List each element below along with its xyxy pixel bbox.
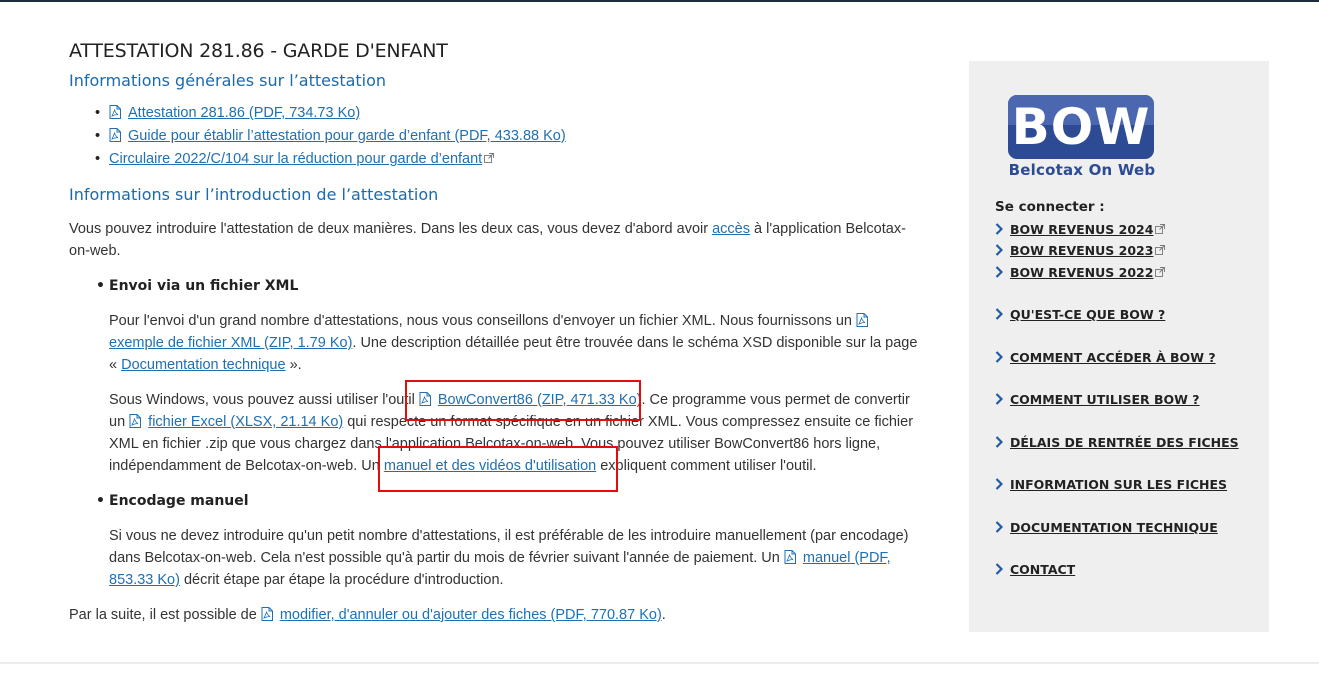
nav-fiches-info[interactable]: INFORMATION SUR LES FICHES	[995, 477, 1227, 492]
chevron-right-icon	[995, 266, 1003, 278]
footer-divider	[0, 662, 1319, 664]
excel-file-link[interactable]: fichier Excel (XLSX, 21.14 Ko)	[148, 414, 343, 430]
connect-title: Se connecter :	[995, 199, 1105, 215]
xml-heading: • Envoi via un fichier XML	[96, 278, 299, 294]
acces-link[interactable]: accès	[712, 221, 750, 237]
chevron-right-icon	[995, 436, 1003, 448]
xml-paragraph-1: Pour l'envoi d'un grand nombre d'attesta…	[109, 313, 918, 373]
chevron-right-icon	[995, 563, 1003, 575]
general-links-list: • Attestation 281.86 (PDF, 734.73 Ko) • …	[69, 102, 919, 171]
section-heading-introduction: Informations sur l’introduction de l’att…	[69, 185, 439, 204]
nav-access-bow[interactable]: COMMENT ACCÉDER À BOW ?	[995, 350, 1216, 365]
chevron-right-icon	[995, 223, 1003, 235]
nav-technical-docs[interactable]: DOCUMENTATION TECHNIQUE	[995, 520, 1218, 535]
chevron-right-icon	[995, 308, 1003, 320]
list-item: • Attestation 281.86 (PDF, 734.73 Ko)	[95, 105, 361, 121]
guide-pdf-link[interactable]: Guide pour établir l’attestation pour ga…	[109, 128, 566, 144]
xml-example-link[interactable]: exemple de fichier XML (ZIP, 1.79 Ko)	[109, 335, 352, 351]
chevron-right-icon	[995, 521, 1003, 533]
section-heading-general: Informations générales sur l’attestation	[69, 71, 387, 90]
sidebar: BOW Belcotax On Web Se connecter : BOW R…	[969, 61, 1269, 632]
nav-use-bow[interactable]: COMMENT UTILISER BOW ?	[995, 392, 1200, 407]
attestation-pdf-link[interactable]: Attestation 281.86 (PDF, 734.73 Ko)	[109, 105, 360, 121]
nav-what-is-bow[interactable]: QU'EST-CE QUE BOW ?	[995, 307, 1165, 322]
pdf-icon	[261, 607, 273, 621]
chevron-right-icon	[995, 351, 1003, 363]
list-item: • Circulaire 2022/C/104 sur la réduction…	[69, 148, 919, 171]
pdf-icon	[109, 105, 121, 119]
bow-revenus-2024-link[interactable]: BOW REVENUS 2024	[995, 222, 1165, 237]
nav-deadlines[interactable]: DÉLAIS DE RENTRÉE DES FICHES	[995, 435, 1239, 450]
external-link-icon	[484, 153, 494, 163]
chevron-right-icon	[995, 244, 1003, 256]
circulaire-link[interactable]: Circulaire 2022/C/104 sur la réduction p…	[109, 151, 482, 167]
highlight-box-manual-videos	[378, 446, 618, 492]
pdf-icon	[109, 128, 121, 142]
pdf-icon	[856, 313, 868, 327]
pdf-icon	[784, 550, 796, 564]
list-item: • Guide pour établir l’attestation pour …	[95, 128, 566, 144]
highlight-box-bowconvert	[405, 380, 641, 421]
external-link-icon	[1155, 245, 1165, 255]
manual-section: • Encodage manuel Si vous ne devez introd…	[69, 490, 919, 591]
final-paragraph: Par la suite, il est possible de modifie…	[69, 607, 666, 623]
pdf-icon	[129, 414, 141, 428]
external-link-icon	[1155, 267, 1165, 277]
external-link-icon	[1155, 224, 1165, 234]
manual-paragraph: Si vous ne devez introduire qu'un petit …	[109, 528, 909, 588]
bow-logo-badge: BOW	[1008, 95, 1154, 159]
intro-paragraph: Vous pouvez introduire l'attestation de …	[69, 221, 906, 259]
bow-revenus-2023-link[interactable]: BOW REVENUS 2023	[995, 243, 1165, 258]
top-border	[0, 0, 1319, 2]
chevron-right-icon	[995, 478, 1003, 490]
logo-text: BOW	[1011, 98, 1151, 156]
manual-heading: • Encodage manuel	[96, 493, 249, 509]
page-title: ATTESTATION 281.86 - GARDE D'ENFANT	[69, 40, 448, 62]
bow-logo[interactable]: BOW Belcotax On Web	[1008, 95, 1156, 185]
logo-subtitle: Belcotax On Web	[1008, 161, 1156, 179]
documentation-technique-link[interactable]: Documentation technique	[121, 357, 285, 373]
nav-contact[interactable]: CONTACT	[995, 562, 1075, 577]
modify-fiches-link[interactable]: modifier, d'annuler ou d'ajouter des fic…	[280, 607, 662, 623]
bow-revenus-2022-link[interactable]: BOW REVENUS 2022	[995, 265, 1165, 280]
main-content: ATTESTATION 281.86 - GARDE D'ENFANT Info…	[69, 38, 919, 626]
chevron-right-icon	[995, 393, 1003, 405]
